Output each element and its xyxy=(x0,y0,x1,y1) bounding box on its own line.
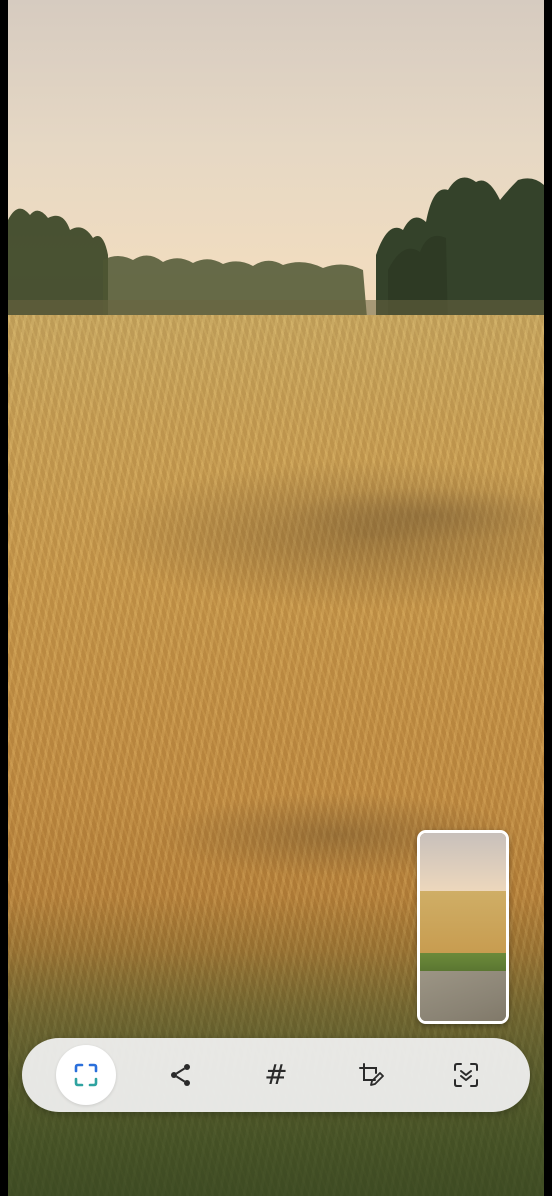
thumbnail-field xyxy=(420,891,506,961)
field-shadow xyxy=(88,460,544,610)
screenshot-toolbar: # xyxy=(22,1038,530,1112)
share-icon xyxy=(170,1064,190,1086)
thumbnail-road xyxy=(420,971,506,1021)
edit-button[interactable] xyxy=(341,1045,401,1105)
scroll-capture-icon xyxy=(74,1063,97,1087)
treeline xyxy=(8,177,544,330)
scan-text-icon xyxy=(454,1063,479,1087)
crop-edit-icon xyxy=(359,1063,385,1086)
screenshot-screen: # xyxy=(0,0,552,1196)
scroll-capture-button[interactable] xyxy=(55,1045,116,1105)
extract-text-button[interactable] xyxy=(436,1045,496,1105)
screenshot-thumbnail[interactable] xyxy=(417,830,509,1024)
share-button[interactable] xyxy=(151,1045,211,1105)
hashtag-icon: # xyxy=(264,1058,288,1091)
thumbnail-sky xyxy=(420,833,506,893)
tag-button[interactable]: # xyxy=(246,1045,306,1105)
